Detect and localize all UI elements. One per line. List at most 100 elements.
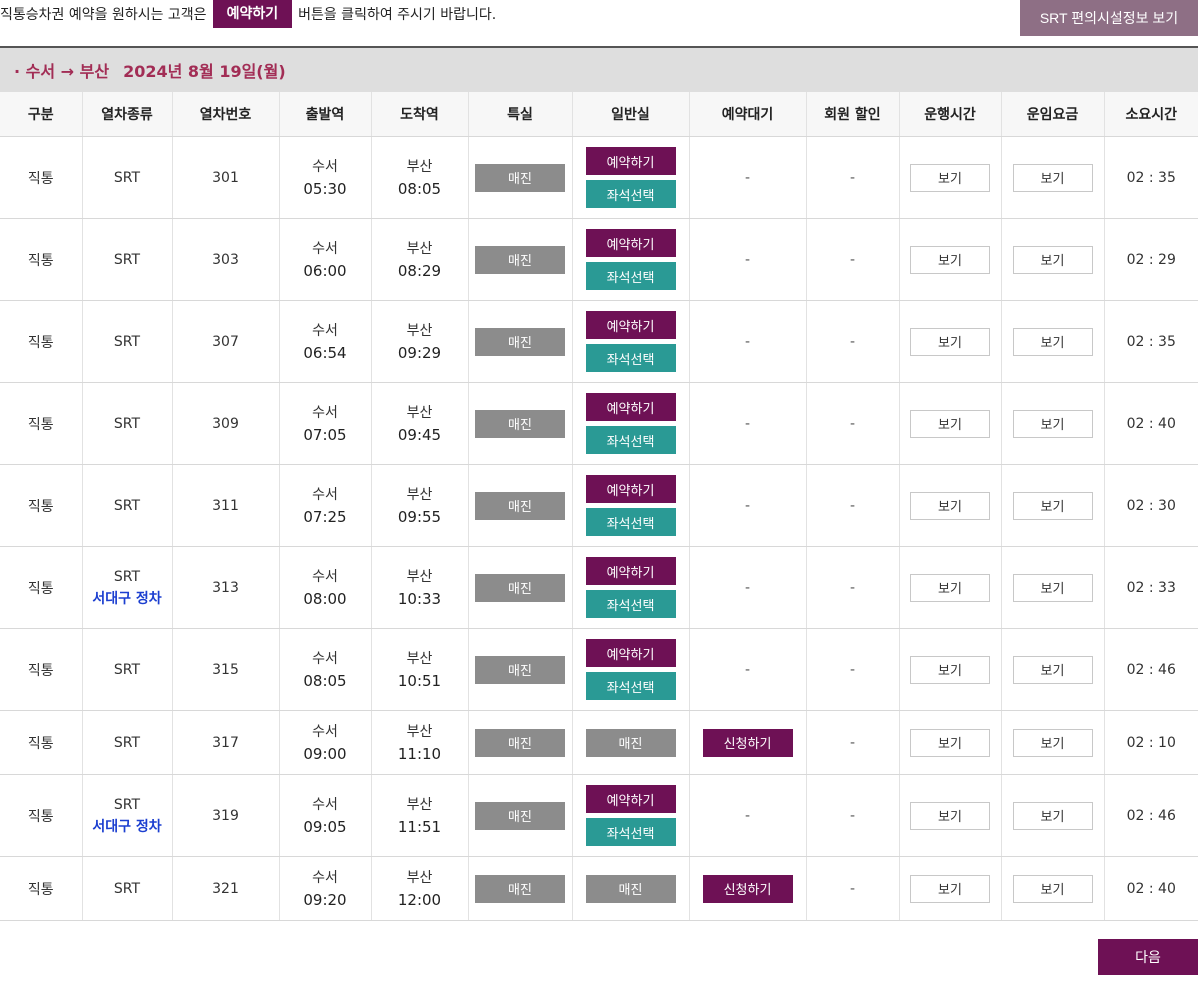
- train-type-cell: SRT: [81, 464, 172, 547]
- reserve-button[interactable]: 예약하기: [585, 147, 676, 175]
- seat-select-button[interactable]: 좌석선택: [585, 672, 676, 700]
- train-number: 311: [171, 464, 279, 547]
- train-type: SRT: [113, 880, 141, 897]
- fare-view-button[interactable]: 보기: [1012, 245, 1093, 274]
- seat-select-button[interactable]: 좌석선택: [585, 262, 676, 290]
- general-seat-cell: 예약하기좌석선택: [571, 546, 689, 629]
- seat-select-button[interactable]: 좌석선택: [585, 180, 676, 208]
- fare-view-button[interactable]: 보기: [1012, 163, 1093, 192]
- facility-info-button[interactable]: SRT 편의시설정보 보기: [1020, 0, 1198, 36]
- reserve-button[interactable]: 예약하기: [585, 311, 676, 339]
- fare-view-button[interactable]: 보기: [1012, 655, 1093, 684]
- member-discount-value: -: [849, 734, 856, 751]
- schedule-view-button[interactable]: 보기: [910, 327, 990, 356]
- general-seat-cell: 예약하기좌석선택: [571, 136, 689, 219]
- table-row: 직통 SRT 309 수서 07:05 부산 09:45 매진 예약하기 좌석선택 - - 보기 보기 02…: [0, 382, 1198, 465]
- member-discount-cell: -: [805, 136, 899, 219]
- waitlist-apply-button[interactable]: 신청하기: [702, 874, 793, 903]
- fare-view-button[interactable]: 보기: [1012, 491, 1093, 520]
- travel-duration: 02 : 40: [1103, 856, 1198, 921]
- departure-station: 수서: [312, 158, 338, 175]
- departure-cell: 수서 07:25: [278, 464, 371, 547]
- special-soldout-button[interactable]: 매진: [475, 163, 565, 192]
- reserve-button[interactable]: 예약하기: [585, 557, 676, 585]
- waitlist-cell: -: [688, 774, 806, 857]
- seat-select-button[interactable]: 좌석선택: [585, 426, 676, 454]
- special-soldout-button[interactable]: 매진: [475, 801, 565, 830]
- special-soldout-button[interactable]: 매진: [475, 728, 565, 757]
- reserve-button[interactable]: 예약하기: [585, 229, 676, 257]
- departure-cell: 수서 05:30: [278, 136, 371, 219]
- seat-select-button[interactable]: 좌석선택: [585, 344, 676, 372]
- table-row: 직통 SRT 303 수서 06:00 부산 08:29 매진 예약하기 좌석선택 - - 보기 보기 02…: [0, 218, 1198, 301]
- schedule-view-button[interactable]: 보기: [910, 728, 990, 757]
- table-row: 직통 SRT 317 수서 09:00 부산 11:10 매진 매진 신청하기 - 보기 보기 02 : …: [0, 710, 1198, 775]
- special-soldout-button[interactable]: 매진: [475, 327, 565, 356]
- general-seat-cell: 매진: [571, 856, 689, 921]
- reserve-button[interactable]: 예약하기: [585, 639, 676, 667]
- special-soldout-button[interactable]: 매진: [475, 655, 565, 684]
- train-category: 직통: [0, 464, 82, 547]
- general-seat-cell: 매진: [571, 710, 689, 775]
- fare-view-cell: 보기: [1000, 382, 1104, 465]
- fare-view-button[interactable]: 보기: [1012, 327, 1093, 356]
- member-discount-value: -: [849, 251, 856, 268]
- departure-station: 수서: [312, 568, 338, 585]
- fare-view-button[interactable]: 보기: [1012, 573, 1093, 602]
- member-discount-cell: -: [805, 300, 899, 383]
- special-soldout-button[interactable]: 매진: [475, 874, 565, 903]
- schedule-view-button[interactable]: 보기: [910, 409, 990, 438]
- fare-view-button[interactable]: 보기: [1012, 801, 1093, 830]
- train-number: 303: [171, 218, 279, 301]
- train-type: SRT: [113, 497, 141, 514]
- schedule-view-button[interactable]: 보기: [910, 655, 990, 684]
- schedule-view-button[interactable]: 보기: [910, 801, 990, 830]
- schedule-view-button[interactable]: 보기: [910, 491, 990, 520]
- reserve-button[interactable]: 예약하기: [585, 475, 676, 503]
- travel-duration: 02 : 30: [1103, 464, 1198, 547]
- departure-time: 06:54: [303, 343, 347, 362]
- waitlist-cell: -: [688, 300, 806, 383]
- schedule-view-button[interactable]: 보기: [910, 163, 990, 192]
- arrival-time: 10:33: [397, 589, 442, 608]
- table-row: 직통 SRT 311 수서 07:25 부산 09:55 매진 예약하기 좌석선택 - - 보기 보기 02…: [0, 464, 1198, 547]
- notice-text-after: 버튼을 클릭하여 주시기 바랍니다.: [298, 7, 497, 23]
- column-header: 열차번호: [171, 92, 279, 137]
- column-header: 출발역: [278, 92, 371, 137]
- waitlist-value: -: [744, 251, 751, 268]
- general-soldout-button[interactable]: 매진: [585, 728, 676, 757]
- waitlist-cell: 신청하기: [688, 710, 806, 775]
- special-seat-cell: 매진: [467, 464, 572, 547]
- departure-time: 07:25: [303, 507, 347, 526]
- schedule-view-button[interactable]: 보기: [910, 573, 990, 602]
- seat-select-button[interactable]: 좌석선택: [585, 818, 676, 846]
- reserve-button[interactable]: 예약하기: [585, 785, 676, 813]
- reserve-button[interactable]: 예약하기: [585, 393, 676, 421]
- next-page-button[interactable]: 다음: [1098, 939, 1198, 975]
- seat-select-button[interactable]: 좌석선택: [585, 590, 676, 618]
- general-soldout-button[interactable]: 매진: [585, 874, 676, 903]
- waitlist-apply-button[interactable]: 신청하기: [702, 728, 793, 757]
- arrival-cell: 부산 09:45: [370, 382, 468, 465]
- schedule-view-button[interactable]: 보기: [910, 874, 990, 903]
- schedule-view-button[interactable]: 보기: [910, 245, 990, 274]
- schedule-view-cell: 보기: [898, 136, 1001, 219]
- seat-select-button[interactable]: 좌석선택: [585, 508, 676, 536]
- fare-view-button[interactable]: 보기: [1012, 874, 1093, 903]
- arrival-time: 12:00: [397, 890, 442, 909]
- special-soldout-button[interactable]: 매진: [475, 573, 565, 602]
- fare-view-button[interactable]: 보기: [1012, 409, 1093, 438]
- train-type-cell: SRT: [81, 136, 172, 219]
- fare-view-button[interactable]: 보기: [1012, 728, 1093, 757]
- arrival-time: 08:29: [397, 261, 442, 280]
- train-number: 313: [171, 546, 279, 629]
- special-soldout-button[interactable]: 매진: [475, 491, 565, 520]
- general-seat-cell: 예약하기좌석선택: [571, 300, 689, 383]
- schedule-view-cell: 보기: [898, 464, 1001, 547]
- special-soldout-button[interactable]: 매진: [475, 409, 565, 438]
- special-soldout-button[interactable]: 매진: [475, 245, 565, 274]
- arrival-cell: 부산 09:55: [370, 464, 468, 547]
- departure-cell: 수서 07:05: [278, 382, 371, 465]
- general-seat-cell: 예약하기좌석선택: [571, 628, 689, 711]
- member-discount-value: -: [849, 579, 856, 596]
